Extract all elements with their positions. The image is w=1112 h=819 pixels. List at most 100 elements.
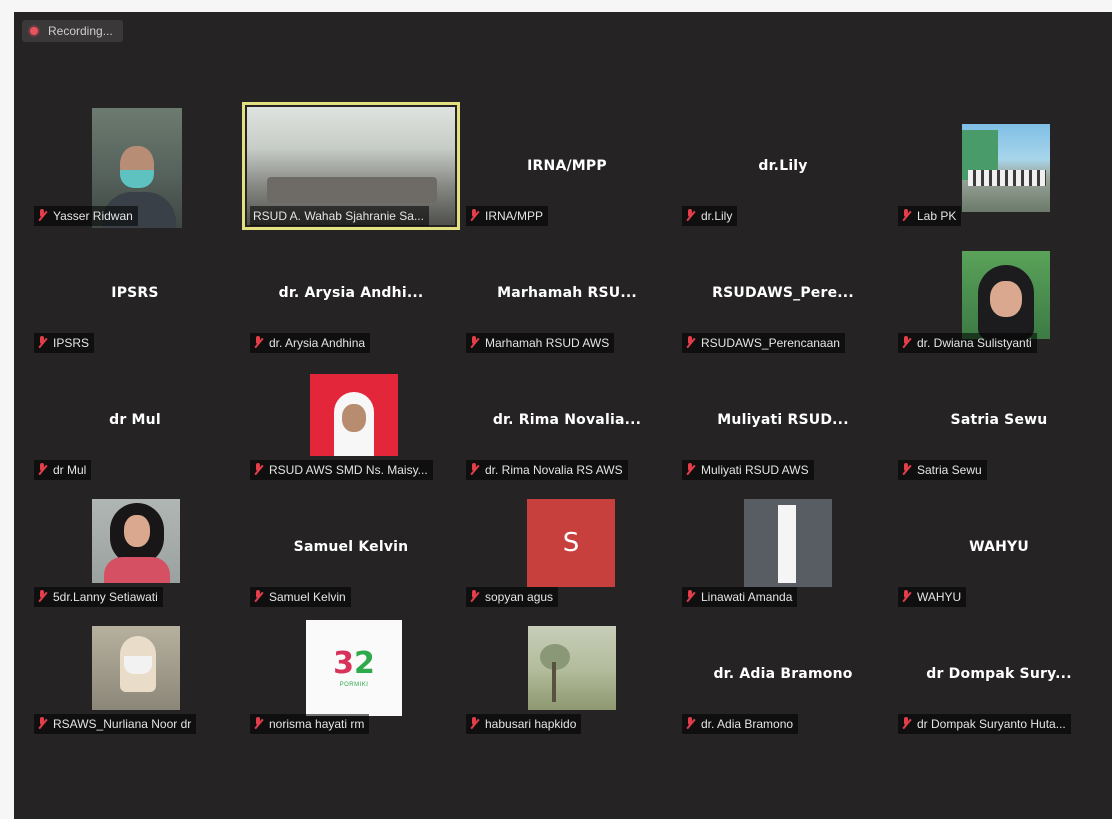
participant-tile-active-speaker[interactable]: RSUD A. Wahab Sjahranie Sa... <box>242 102 460 230</box>
muted-mic-icon <box>901 717 911 731</box>
participant-name-label: dr.Lily <box>682 206 738 226</box>
participant-tile[interactable]: habusari hapkido <box>460 612 674 736</box>
participant-tile[interactable]: Marhamah RSU... Marhamah RSUD AWS <box>460 231 674 355</box>
participant-tile[interactable]: Samuel Kelvin Samuel Kelvin <box>244 485 458 609</box>
participant-tile[interactable]: Satria Sewu Satria Sewu <box>892 358 1106 482</box>
participant-tile[interactable]: dr. Rima Novalia... dr. Rima Novalia RS … <box>460 358 674 482</box>
participant-video <box>962 124 1050 212</box>
participant-display-name: RSUDAWS_Pere... <box>712 285 854 301</box>
muted-mic-icon <box>469 209 479 223</box>
participant-tile[interactable]: dr Mul dr Mul <box>28 358 242 482</box>
participant-name-label: RSUDAWS_Perencanaan <box>682 333 845 353</box>
recording-label: Recording... <box>48 24 113 38</box>
participant-tile[interactable]: dr. Adia Bramono dr. Adia Bramono <box>676 612 890 736</box>
participant-tile[interactable]: RSUDAWS_Pere... RSUDAWS_Perencanaan <box>676 231 890 355</box>
participant-display-name: Marhamah RSU... <box>497 285 637 301</box>
participant-logo: 32 PORMIKI <box>306 620 402 716</box>
muted-mic-icon <box>37 336 47 350</box>
participant-display-name: Satria Sewu <box>950 412 1048 428</box>
participant-name-label: Samuel Kelvin <box>250 587 351 607</box>
participant-name-label: Muliyati RSUD AWS <box>682 460 814 480</box>
muted-mic-icon <box>37 209 47 223</box>
muted-mic-icon <box>901 463 911 477</box>
participant-video <box>92 626 180 710</box>
muted-mic-icon <box>37 717 47 731</box>
participant-tile[interactable]: 5dr.Lanny Setiawati <box>28 485 242 609</box>
participant-tile[interactable]: RSUD AWS SMD Ns. Maisy... <box>244 358 458 482</box>
muted-mic-icon <box>685 209 695 223</box>
participant-video <box>92 499 180 583</box>
participant-name-label: Marhamah RSUD AWS <box>466 333 615 353</box>
participant-name-label: dr Mul <box>34 460 92 480</box>
muted-mic-icon <box>469 717 479 731</box>
participant-tile[interactable]: Lab PK <box>892 104 1106 228</box>
participant-name-label: Yasser Ridwan <box>34 206 138 226</box>
meeting-gallery-view: Recording... Yasser Ridwan RSUD A. Wahab… <box>14 12 1112 819</box>
participant-name-label: dr. Rima Novalia RS AWS <box>466 460 628 480</box>
participant-display-name: dr Mul <box>109 412 161 428</box>
participant-name-label: IPSRS <box>34 333 95 353</box>
participant-name-label: WAHYU <box>898 587 967 607</box>
participant-tile[interactable]: dr. Arysia Andhi... dr. Arysia Andhina <box>244 231 458 355</box>
participant-name-label: sopyan agus <box>466 587 559 607</box>
participant-name-label: dr Dompak Suryanto Huta... <box>898 714 1071 734</box>
muted-mic-icon <box>685 590 695 604</box>
muted-mic-icon <box>469 463 479 477</box>
participant-tile[interactable]: Yasser Ridwan <box>28 104 242 228</box>
participant-display-name: Samuel Kelvin <box>293 539 409 555</box>
muted-mic-icon <box>901 336 911 350</box>
participant-display-name: dr.Lily <box>758 158 808 174</box>
participant-video <box>528 626 616 710</box>
participant-video <box>744 499 832 587</box>
participant-name-label: norisma hayati rm <box>250 714 370 734</box>
recording-dot-icon <box>30 27 38 35</box>
participant-tile[interactable]: IPSRS IPSRS <box>28 231 242 355</box>
participant-tile[interactable]: S sopyan agus <box>460 485 674 609</box>
muted-mic-icon <box>253 717 263 731</box>
participant-display-name: IPSRS <box>111 285 159 301</box>
participant-tile[interactable]: RSAWS_Nurliana Noor dr <box>28 612 242 736</box>
muted-mic-icon <box>901 209 911 223</box>
recording-indicator[interactable]: Recording... <box>22 20 123 42</box>
muted-mic-icon <box>469 336 479 350</box>
participant-tile[interactable]: dr. Dwiana Sulistyanti <box>892 231 1106 355</box>
participant-display-name: dr. Rima Novalia... <box>492 412 642 428</box>
participant-tile[interactable]: dr.Lily dr.Lily <box>676 104 890 228</box>
participant-name-label: RSUD AWS SMD Ns. Maisy... <box>250 460 433 480</box>
participant-name-label: IRNA/MPP <box>466 206 549 226</box>
participant-display-name: Muliyati RSUD... <box>717 412 849 428</box>
muted-mic-icon <box>253 463 263 477</box>
muted-mic-icon <box>685 336 695 350</box>
participant-video <box>962 251 1050 339</box>
participant-tile[interactable]: Muliyati RSUD... Muliyati RSUD AWS <box>676 358 890 482</box>
participant-name-label: dr. Adia Bramono <box>682 714 799 734</box>
participant-tile[interactable]: 32 PORMIKI norisma hayati rm <box>244 612 458 736</box>
avatar: S <box>527 499 615 587</box>
participant-display-name: WAHYU <box>969 539 1029 555</box>
participant-display-name: dr. Adia Bramono <box>713 666 853 682</box>
participant-name-label: 5dr.Lanny Setiawati <box>34 587 163 607</box>
participant-display-name: dr Dompak Sury... <box>926 666 1072 682</box>
participant-display-name: IRNA/MPP <box>527 158 607 174</box>
participant-name-label: RSAWS_Nurliana Noor dr <box>34 714 197 734</box>
participant-name-label: Lab PK <box>898 206 962 226</box>
participant-display-name: dr. Arysia Andhi... <box>278 285 424 301</box>
muted-mic-icon <box>685 463 695 477</box>
participant-name-label: RSUD A. Wahab Sjahranie Sa... <box>250 206 429 226</box>
participant-name-label: habusari hapkido <box>466 714 582 734</box>
participant-name-label: dr. Dwiana Sulistyanti <box>898 333 1037 353</box>
participant-name-label: dr. Arysia Andhina <box>250 333 371 353</box>
participant-name-label: Satria Sewu <box>898 460 987 480</box>
muted-mic-icon <box>685 717 695 731</box>
muted-mic-icon <box>469 590 479 604</box>
muted-mic-icon <box>901 590 911 604</box>
participant-tile[interactable]: Linawati Amanda <box>676 485 890 609</box>
participant-tile[interactable]: dr Dompak Sury... dr Dompak Suryanto Hut… <box>892 612 1106 736</box>
participant-tile[interactable]: WAHYU WAHYU <box>892 485 1106 609</box>
muted-mic-icon <box>253 336 263 350</box>
participant-name-label: Linawati Amanda <box>682 587 798 607</box>
muted-mic-icon <box>253 590 263 604</box>
participant-video <box>310 374 398 456</box>
participant-tile[interactable]: IRNA/MPP IRNA/MPP <box>460 104 674 228</box>
muted-mic-icon <box>37 590 47 604</box>
